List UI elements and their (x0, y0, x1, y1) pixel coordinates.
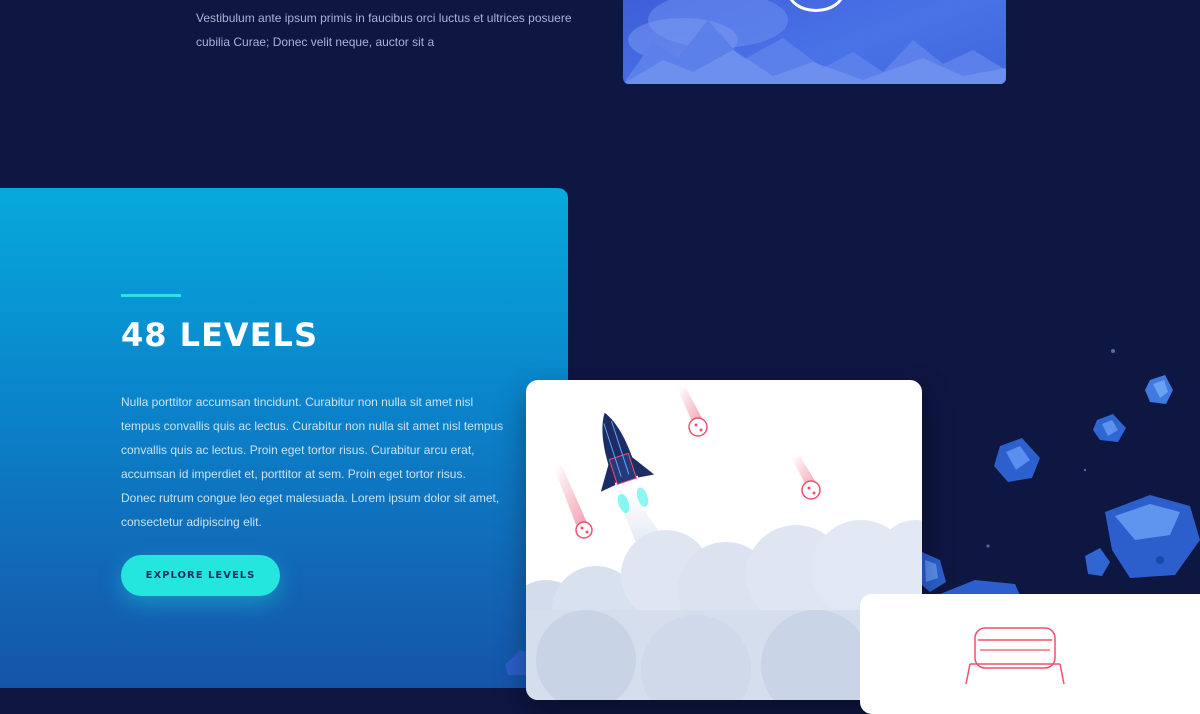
asteroid-icon (994, 438, 1040, 482)
explore-levels-button[interactable]: EXPLORE LEVELS (121, 555, 280, 596)
meteor-icon (678, 388, 708, 437)
intro-line-1: Vestibulum ante ipsum primis in faucibus… (196, 11, 572, 25)
asteroid-icon (1093, 414, 1126, 442)
game-preview-card-secondary[interactable] (860, 594, 1200, 714)
levels-description: Nulla porttitor accumsan tincidunt. Cura… (121, 390, 504, 534)
asteroid-icon (922, 552, 946, 592)
hero-video-thumbnail[interactable] (623, 0, 1006, 84)
levels-description-line: consectetur adipiscing elit. (121, 515, 262, 529)
meteor-icon (554, 466, 593, 539)
levels-title: 48 LEVELS (121, 316, 318, 354)
levels-description-line: accumsan id imperdiet et, porttitor at s… (121, 467, 466, 481)
intro-line-2: cubilia Curae; Donec velit neque, auctor… (196, 35, 435, 49)
intro-paragraph: Vestibulum ante ipsum primis in faucibus… (196, 8, 576, 54)
levels-description-line: Donec rutrum congue leo eget malesuada. … (121, 491, 500, 505)
rocket-icon (600, 412, 655, 513)
asteroid-icon (1145, 375, 1173, 404)
accent-divider (121, 294, 181, 297)
levels-description-line: convallis quis ac lectus. Proin eget tor… (121, 443, 475, 457)
capsule-icon (965, 627, 1065, 685)
levels-description-line: Nulla porttitor accumsan tincidunt. Cura… (121, 395, 474, 409)
levels-description-line: tempus convallis quis ac lectus. Curabit… (121, 419, 504, 433)
meteor-icon (792, 456, 821, 500)
mountain-illustration (623, 0, 1006, 84)
asteroid-icon (1105, 495, 1200, 578)
asteroid-icon (1085, 548, 1110, 576)
